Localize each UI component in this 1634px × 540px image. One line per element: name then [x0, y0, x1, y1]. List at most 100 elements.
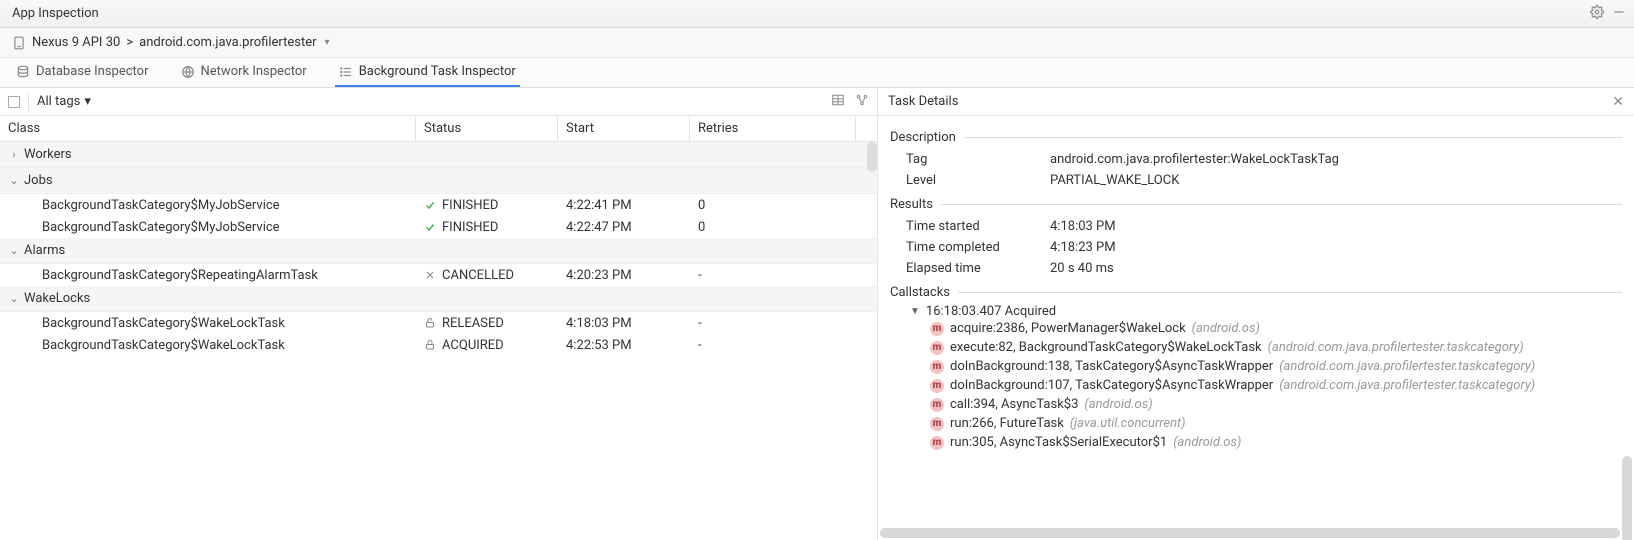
- frame-package: (android.os): [1173, 435, 1241, 450]
- cell-start: 4:22:47 PM: [558, 220, 690, 235]
- group-row[interactable]: ⌄Alarms: [0, 238, 877, 264]
- kv-key: Time completed: [906, 240, 1050, 255]
- column-status[interactable]: Status: [416, 116, 558, 141]
- stack-frame[interactable]: mdoInBackground:138, TaskCategory$AsyncT…: [910, 357, 1622, 376]
- column-class[interactable]: Class: [0, 116, 416, 141]
- section-callstacks: Callstacks: [890, 285, 1622, 300]
- frame-text: acquire:2386, PowerManager$WakeLock: [950, 321, 1186, 336]
- kv-value: 20 s 40 ms: [1050, 261, 1114, 276]
- cell-retries: 0: [690, 198, 856, 213]
- frame-package: (android.com.java.profilertester.taskcat…: [1279, 359, 1535, 374]
- column-start[interactable]: Start: [558, 116, 690, 141]
- scrollbar[interactable]: [867, 142, 877, 172]
- kv-key: Elapsed time: [906, 261, 1050, 276]
- method-icon: m: [930, 398, 944, 412]
- cell-retries: -: [690, 338, 856, 353]
- kv-key: Level: [906, 173, 1050, 188]
- method-icon: m: [930, 341, 944, 355]
- breadcrumb: Nexus 9 API 30 > android.com.java.profil…: [0, 28, 1634, 58]
- tab-database-inspector[interactable]: Database Inspector: [12, 58, 153, 87]
- kv-row: LevelPARTIAL_WAKE_LOCK: [890, 170, 1622, 191]
- frame-package: (android.com.java.profilertester.taskcat…: [1279, 378, 1535, 393]
- section-description: Description: [890, 130, 1622, 145]
- callstack-header[interactable]: ▼16:18:03.407 Acquired: [910, 304, 1622, 319]
- group-label: WakeLocks: [24, 291, 90, 306]
- table-row[interactable]: BackgroundTaskCategory$WakeLockTask ACQU…: [0, 334, 877, 356]
- minimize-icon[interactable]: [1612, 5, 1626, 23]
- kv-row: Time started4:18:03 PM: [890, 216, 1622, 237]
- chevron-down-icon[interactable]: ▾: [325, 37, 330, 48]
- detail-body[interactable]: Description Tagandroid.com.java.profiler…: [878, 116, 1634, 540]
- detail-title: Task Details: [888, 94, 958, 109]
- stop-icon[interactable]: [8, 96, 20, 108]
- close-icon[interactable]: ✕: [1612, 94, 1624, 110]
- group-row[interactable]: ›Workers: [0, 142, 877, 168]
- frame-text: call:394, AsyncTask$3: [950, 397, 1078, 412]
- status-text: FINISHED: [442, 198, 498, 213]
- kv-value: PARTIAL_WAKE_LOCK: [1050, 173, 1179, 188]
- cell-class: BackgroundTaskCategory$WakeLockTask: [0, 316, 416, 331]
- tabbar: Database Inspector Network Inspector Bac…: [0, 58, 1634, 88]
- table-view-icon[interactable]: [831, 93, 845, 111]
- stack-frame[interactable]: mdoInBackground:107, TaskCategory$AsyncT…: [910, 376, 1622, 395]
- table-row[interactable]: BackgroundTaskCategory$MyJobService FINI…: [0, 216, 877, 238]
- database-icon: [16, 65, 30, 79]
- cell-status: FINISHED: [416, 198, 558, 213]
- frame-text: doInBackground:138, TaskCategory$AsyncTa…: [950, 359, 1273, 374]
- titlebar-actions: [1590, 5, 1626, 23]
- vertical-scrollbar[interactable]: [1622, 456, 1632, 540]
- tags-dropdown[interactable]: All tags ▾: [37, 94, 91, 109]
- grid-header: Class Status Start Retries: [0, 116, 877, 142]
- frame-text: run:305, AsyncTask$SerialExecutor$1: [950, 435, 1167, 450]
- gear-icon[interactable]: [1590, 5, 1604, 23]
- stack-frame[interactable]: m acquire:2386, PowerManager$WakeLock (an…: [910, 319, 1622, 338]
- method-icon: m: [930, 322, 944, 336]
- stack-frame[interactable]: mrun:266, FutureTask (java.util.concurre…: [910, 414, 1622, 433]
- kv-value: android.com.java.profilertester:WakeLock…: [1050, 152, 1339, 167]
- stack-frame[interactable]: mexecute:82, BackgroundTaskCategory$Wake…: [910, 338, 1622, 357]
- table-row[interactable]: BackgroundTaskCategory$WakeLockTask RELE…: [0, 312, 877, 334]
- cell-status: FINISHED: [416, 220, 558, 235]
- list-icon: [339, 65, 353, 79]
- column-retries[interactable]: Retries: [690, 116, 856, 141]
- tab-background-task-inspector[interactable]: Background Task Inspector: [335, 58, 520, 87]
- group-row[interactable]: ⌄ WakeLocks: [0, 286, 877, 312]
- lock-icon: [424, 339, 436, 351]
- stack-frame[interactable]: mrun:305, AsyncTask$SerialExecutor$1 (an…: [910, 433, 1622, 452]
- group-row[interactable]: ⌄Jobs: [0, 168, 877, 194]
- chevron-down-icon: ⌄: [8, 292, 20, 305]
- cell-retries: 0: [690, 220, 856, 235]
- kv-value: 4:18:23 PM: [1050, 240, 1116, 255]
- tab-label: Background Task Inspector: [359, 64, 516, 79]
- chevron-down-icon: ▾: [84, 94, 91, 109]
- cell-class: BackgroundTaskCategory$MyJobService: [0, 198, 416, 213]
- frame-text: run:266, FutureTask: [950, 416, 1064, 431]
- frame-package: (android.com.java.profilertester.taskcat…: [1268, 340, 1524, 355]
- method-icon: m: [930, 379, 944, 393]
- x-icon: [424, 269, 436, 281]
- breadcrumb-device[interactable]: Nexus 9 API 30: [32, 35, 120, 50]
- grid-body[interactable]: ›Workers⌄Jobs BackgroundTaskCategory$MyJ…: [0, 142, 877, 540]
- frame-package: (android.os): [1192, 321, 1260, 336]
- horizontal-scrollbar[interactable]: [880, 528, 1620, 538]
- cell-retries: -: [690, 316, 856, 331]
- tab-label: Network Inspector: [201, 64, 307, 79]
- cell-retries: -: [690, 268, 856, 283]
- status-text: FINISHED: [442, 220, 498, 235]
- kv-key: Tag: [906, 152, 1050, 167]
- tab-network-inspector[interactable]: Network Inspector: [177, 58, 311, 87]
- cell-status: RELEASED: [416, 316, 558, 331]
- globe-icon: [181, 65, 195, 79]
- cell-class: BackgroundTaskCategory$WakeLockTask: [0, 338, 416, 353]
- stack-frame[interactable]: mcall:394, AsyncTask$3 (android.os): [910, 395, 1622, 414]
- graph-view-icon[interactable]: [855, 93, 869, 111]
- chevron-down-icon: ⌄: [8, 244, 20, 257]
- detail-header: Task Details ✕: [878, 88, 1634, 116]
- filterbar: All tags ▾: [0, 88, 877, 116]
- task-grid: Class Status Start Retries ›Workers⌄Jobs…: [0, 116, 877, 540]
- separator: [28, 93, 29, 111]
- cell-start: 4:18:03 PM: [558, 316, 690, 331]
- table-row[interactable]: BackgroundTaskCategory$RepeatingAlarmTas…: [0, 264, 877, 286]
- table-row[interactable]: BackgroundTaskCategory$MyJobService FINI…: [0, 194, 877, 216]
- breadcrumb-process[interactable]: android.com.java.profilertester: [139, 35, 316, 50]
